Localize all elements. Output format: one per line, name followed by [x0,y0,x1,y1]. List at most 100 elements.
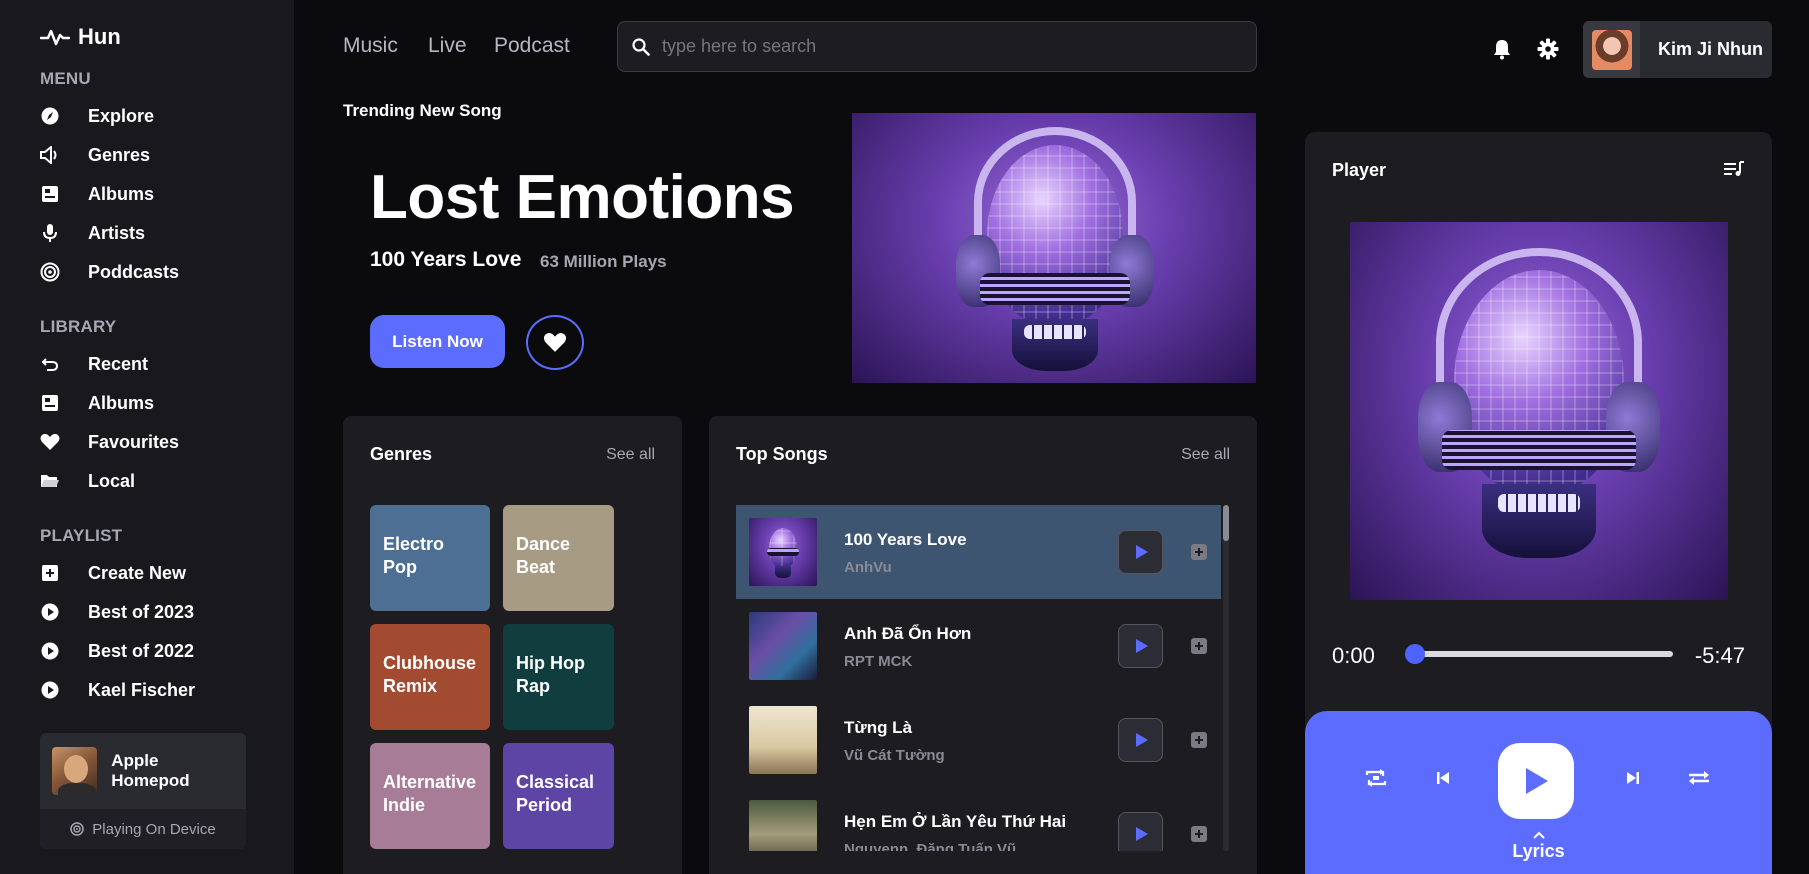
plus-icon [1195,642,1203,650]
sidebar-item-best-2023[interactable]: Best of 2023 [40,598,194,626]
genres-title: Genres [370,444,433,464]
sidebar-item-kael-fischer[interactable]: Kael Fischer [40,676,195,704]
user-name: Kim Ji Nhun [1658,39,1764,59]
sidebar-item-podcasts[interactable]: Poddcasts [40,258,179,286]
device-status: Playing On Device [40,809,246,849]
genres-see-all-link[interactable]: See all [606,446,655,464]
lyrics-label: Lyrics [1512,841,1565,861]
sidebar-item-label: Poddcasts [88,261,180,282]
undo-icon [40,354,60,374]
device-avatar [52,747,98,795]
sidebar-item-genres[interactable]: Genres [40,141,150,169]
song-artist: AnhVu [844,558,892,576]
sidebar-item-label: Explore [88,105,155,126]
tab-music[interactable]: Music [343,34,398,58]
shuffle-icon [1689,771,1709,785]
progress-bar[interactable] [1405,644,1673,664]
play-icon [1526,768,1548,794]
listen-now-button[interactable]: Listen Now [370,315,505,368]
sidebar-item-label: Best of 2023 [88,601,195,622]
song-list: 100 Years Love AnhVu Anh Đã Ổn Hơn RPT M… [736,505,1221,851]
plus-icon [1195,548,1203,556]
favorite-button[interactable] [526,315,584,370]
genre-tile[interactable]: Hip Hop Rap [503,624,614,730]
scrollbar-thumb[interactable] [1223,505,1229,541]
song-play-button[interactable] [1118,530,1163,574]
hero-title: Lost Emotions [370,163,795,232]
microphone-icon [40,223,60,243]
top-songs-card: Top Songs See all 100 Years Love AnhVu A… [709,416,1257,874]
sidebar-item-local[interactable]: Local [40,467,135,495]
sidebar-item-label: Best of 2022 [88,640,195,661]
sidebar-item-favourites[interactable]: Favourites [40,428,179,456]
song-row[interactable]: Từng Là Vũ Cát Tường [736,693,1221,787]
player-album-art [1350,222,1728,600]
device-card[interactable]: Apple Homepod Playing On Device [40,733,246,849]
device-name: Apple Homepod [111,751,190,790]
heart-icon [40,432,60,452]
sidebar-item-best-2022[interactable]: Best of 2022 [40,637,194,665]
song-play-button[interactable] [1118,812,1163,851]
user-profile[interactable]: Kim Ji Nhun [1583,21,1772,78]
song-play-button[interactable] [1118,624,1163,668]
genre-tile[interactable]: Alternative Indie [370,743,490,849]
sidebar-item-label: Artists [88,222,146,243]
gear-icon [1537,38,1559,60]
previous-button[interactable] [1428,763,1458,793]
top-songs-see-all-link[interactable]: See all [1181,446,1230,464]
song-artist: Vũ Cát Tường [844,746,945,764]
song-row[interactable]: 100 Years Love AnhVu [736,505,1221,599]
tab-live[interactable]: Live [428,34,467,58]
sidebar-item-create-new[interactable]: Create New [40,559,186,587]
add-to-playlist-button[interactable] [1191,638,1207,654]
repeat-button[interactable] [1361,763,1391,793]
genre-tile[interactable]: Dance Beat [503,505,614,611]
folder-icon [40,471,60,491]
remaining-time: -5:47 [1694,643,1745,668]
song-thumbnail [749,612,817,680]
song-row[interactable]: Anh Đã Ổn Hơn RPT MCK [736,599,1221,693]
genre-tile[interactable]: Classical Period [503,743,614,849]
play-pause-button[interactable] [1498,743,1574,819]
sidebar-item-albums[interactable]: Albums [40,180,154,208]
song-meta: Hẹn Em Ở Lần Yêu Thứ Hai Nguyenn, Đặng T… [844,811,1114,852]
sidebar-item-label: Local [88,470,136,491]
skip-forward-icon [1627,772,1639,784]
sidebar-item-artists[interactable]: Artists [40,219,145,247]
search-bar[interactable] [617,21,1257,72]
genre-tile[interactable]: Electro Pop [370,505,490,611]
hero-album-art [852,113,1256,383]
song-play-button[interactable] [1118,718,1163,762]
play-icon [1135,733,1148,747]
playlist-section-label: PLAYLIST [40,526,123,545]
progress-knob[interactable] [1405,644,1425,664]
sidebar-item-explore[interactable]: Explore [40,102,154,130]
lyrics-toggle[interactable]: Lyrics [1305,831,1772,862]
repeat-icon [1365,769,1387,787]
play-icon [1135,639,1148,653]
sidebar-item-recent[interactable]: Recent [40,350,148,378]
add-to-playlist-button[interactable] [1191,732,1207,748]
song-list-scrollbar[interactable] [1223,505,1229,851]
settings-button[interactable] [1537,38,1559,60]
tab-podcast[interactable]: Podcast [494,34,570,58]
shuffle-button[interactable] [1684,763,1714,793]
add-to-playlist-button[interactable] [1191,544,1207,560]
sidebar-item-library-albums[interactable]: Albums [40,389,154,417]
queue-button[interactable] [1723,160,1745,182]
next-button[interactable] [1618,763,1648,793]
broadcast-icon [70,822,85,836]
queue-music-icon [1724,161,1744,176]
search-icon [632,37,650,56]
brand-logo[interactable]: Hun [40,24,121,50]
genre-tile[interactable]: Clubhouse Remix [370,624,490,730]
album-icon [40,184,60,204]
play-circle-icon [40,641,60,661]
search-input[interactable] [662,36,1222,57]
sidebar-item-label: Genres [88,144,151,165]
sidebar-item-label: Kael Fischer [88,679,196,700]
song-row[interactable]: Hẹn Em Ở Lần Yêu Thứ Hai Nguyenn, Đặng T… [736,787,1221,851]
play-circle-icon [40,602,60,622]
add-to-playlist-button[interactable] [1191,826,1207,842]
notification-button[interactable] [1491,38,1513,60]
